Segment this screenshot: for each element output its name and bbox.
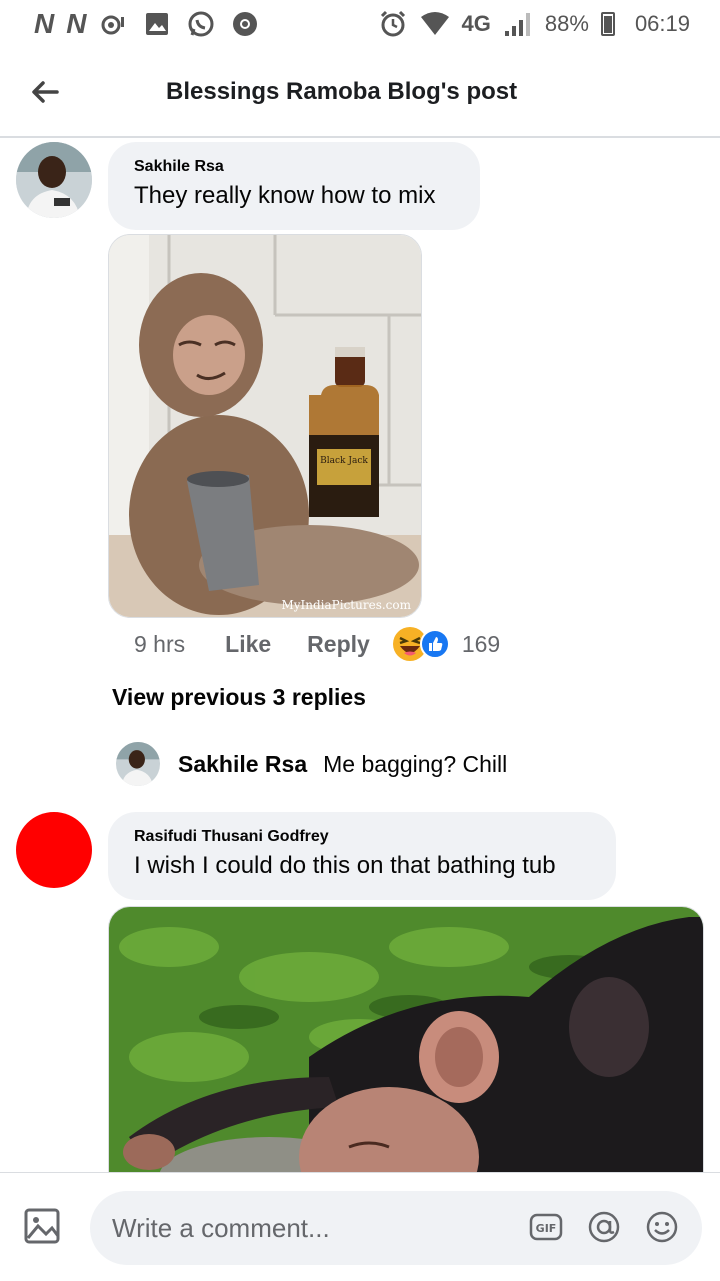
like-button[interactable]: Like xyxy=(225,631,271,658)
view-previous-replies[interactable]: View previous 3 replies xyxy=(112,684,366,711)
notification-dot-icon xyxy=(98,9,128,39)
comment-composer: GIF xyxy=(0,1172,720,1281)
gif-icon: GIF xyxy=(529,1213,563,1241)
wifi-icon xyxy=(420,9,450,39)
back-arrow-icon xyxy=(32,81,59,103)
comment-text: They really know how to mix xyxy=(134,182,436,209)
notification-n-icon: N xyxy=(34,8,54,39)
back-button[interactable] xyxy=(0,47,90,137)
reactions[interactable] xyxy=(392,626,450,662)
reply-text: Me bagging? Chill xyxy=(323,750,508,777)
bottle-label: Black Jack xyxy=(320,456,368,466)
network-type: 4G xyxy=(461,11,491,36)
alarm-icon xyxy=(378,9,408,39)
comment-bubble[interactable]: Sakhile Rsa They really know how to mix xyxy=(108,142,480,230)
reaction-count[interactable]: 169 xyxy=(462,631,500,658)
post-header: Blessings Ramoba Blog's post xyxy=(0,48,720,138)
signal-icon xyxy=(503,9,533,39)
avatar[interactable] xyxy=(16,142,92,218)
comment-input[interactable] xyxy=(112,1212,512,1244)
comment-author[interactable]: Sakhile Rsa xyxy=(134,158,454,176)
comment-meta: 9 hrs Like Reply 169 xyxy=(134,624,500,664)
clock: 06:19 xyxy=(634,11,690,36)
comment-photo[interactable]: Black Jack MyIndiaPictures.com xyxy=(108,234,422,618)
mention-button[interactable] xyxy=(586,1209,622,1245)
comment-input-container[interactable]: GIF xyxy=(90,1191,702,1265)
reply-button[interactable]: Reply xyxy=(307,631,370,658)
smiley-icon xyxy=(646,1211,678,1243)
avatar[interactable] xyxy=(16,812,92,888)
at-sign-icon xyxy=(588,1211,620,1243)
notification-n-icon: N xyxy=(66,8,86,39)
battery-icon xyxy=(600,12,615,36)
svg-text:GIF: GIF xyxy=(536,1222,557,1235)
status-bar: N N 4G 88% 06:19 xyxy=(0,0,720,48)
comment-time[interactable]: 9 hrs xyxy=(134,631,185,658)
emoji-button[interactable] xyxy=(644,1209,680,1245)
gif-button[interactable]: GIF xyxy=(528,1209,564,1245)
battery-percent: 88% xyxy=(544,11,589,36)
reply-row: Sakhile Rsa Me bagging? Chill xyxy=(116,740,507,788)
reply-author[interactable]: Sakhile Rsa xyxy=(178,751,307,778)
comment-photo[interactable] xyxy=(108,906,704,1206)
gallery-icon xyxy=(142,9,172,39)
avatar[interactable] xyxy=(116,742,160,786)
whatsapp-icon xyxy=(186,9,216,39)
like-reaction-icon xyxy=(419,629,450,659)
page-title: Blessings Ramoba Blog's post xyxy=(166,78,518,105)
comment-text: I wish I could do this on that bathing t… xyxy=(134,852,556,879)
add-photo-button[interactable] xyxy=(22,1206,64,1248)
gallery-icon xyxy=(24,1208,60,1244)
photo-watermark: MyIndiaPictures.com xyxy=(281,598,411,612)
comment-bubble[interactable]: Rasifudi Thusani Godfrey I wish I could … xyxy=(108,812,616,900)
comment-author[interactable]: Rasifudi Thusani Godfrey xyxy=(134,828,590,846)
chrome-icon xyxy=(230,9,260,39)
